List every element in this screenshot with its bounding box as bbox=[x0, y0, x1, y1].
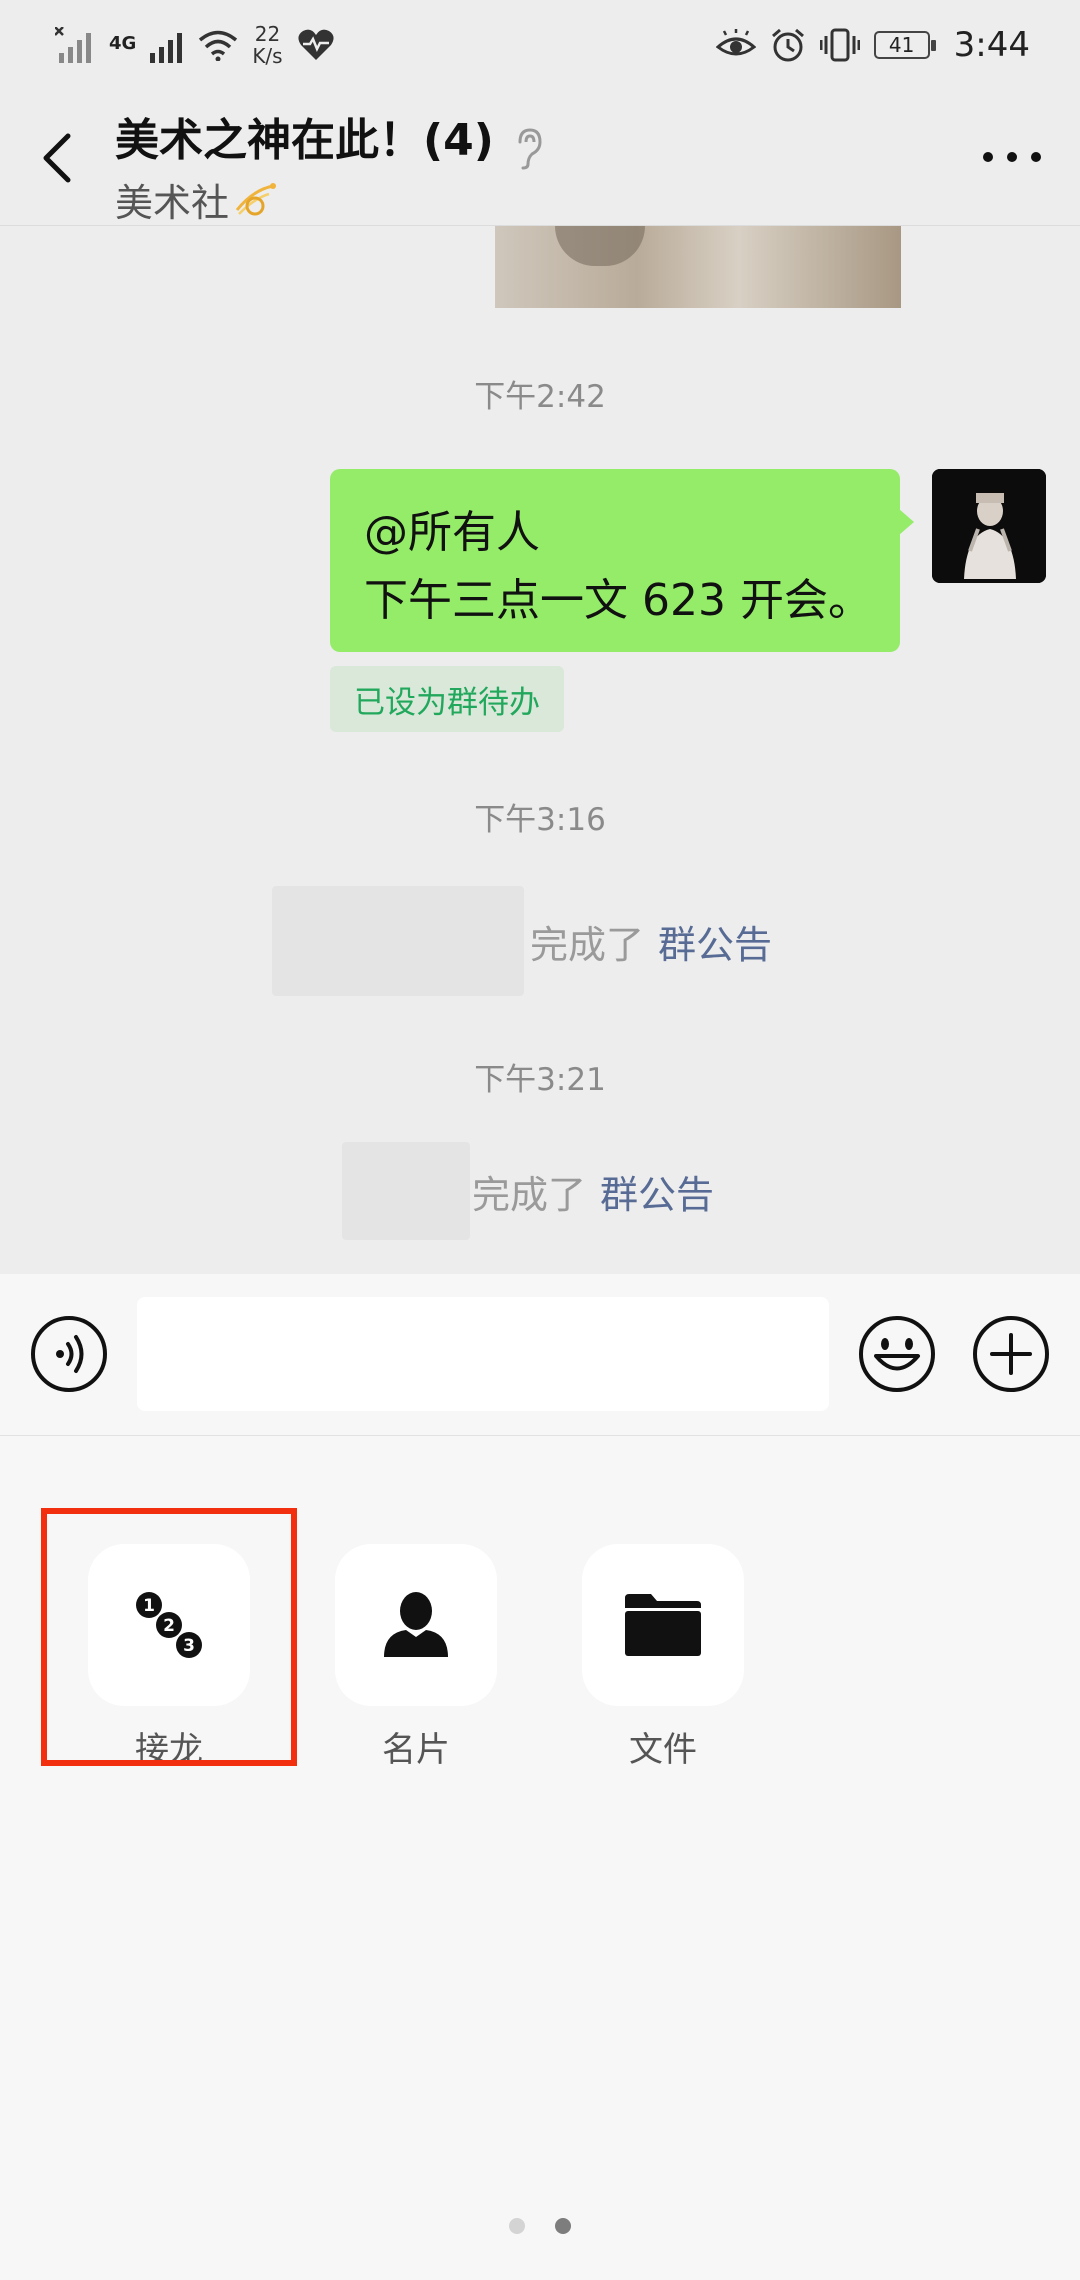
avatar-photo bbox=[932, 469, 1046, 583]
network-type-label: 4G bbox=[109, 33, 137, 54]
system-message-text: 完成了 bbox=[472, 1172, 587, 1217]
plus-icon[interactable] bbox=[972, 1315, 1050, 1393]
title-block: 美术之神在此！(4) 美术社 bbox=[115, 102, 546, 227]
previous-image-message[interactable] bbox=[495, 226, 901, 308]
panel-item-contact-card[interactable]: 名片 bbox=[335, 1544, 497, 1771]
sparkle-icon bbox=[235, 182, 277, 215]
vibrate-icon bbox=[819, 28, 860, 62]
wifi-icon bbox=[199, 30, 238, 61]
earpiece-mode-icon bbox=[518, 128, 542, 170]
heart-rate-icon bbox=[298, 29, 334, 60]
input-bar bbox=[0, 1274, 1080, 1436]
highlight-box bbox=[41, 1508, 297, 1766]
group-notice-link[interactable]: 群公告 bbox=[600, 1164, 714, 1219]
panel-item-file[interactable]: 文件 bbox=[582, 1544, 744, 1771]
network-speed: 22 K/s bbox=[252, 23, 282, 67]
folder-icon bbox=[625, 1594, 701, 1656]
status-left: 4G 22 K/s bbox=[55, 23, 335, 67]
chat-area[interactable]: 下午2:42 @所有人 下午三点一文 623 开会。 已设为群待办 下午3:16… bbox=[0, 226, 1080, 1274]
network-speed-unit: K/s bbox=[252, 44, 283, 68]
contact-card-icon bbox=[384, 1592, 448, 1657]
more-options-icon[interactable] bbox=[980, 142, 1044, 172]
eye-comfort-icon bbox=[715, 29, 756, 56]
tile-box bbox=[582, 1544, 744, 1706]
status-right: 41 3:44 bbox=[715, 25, 1030, 65]
status-bar: 4G 22 K/s 41 3:44 bbox=[0, 0, 1080, 90]
chat-subtitle: 美术社 bbox=[115, 181, 230, 225]
avatar[interactable] bbox=[932, 469, 1046, 583]
page-indicator bbox=[0, 2218, 1080, 2234]
battery-indicator: 41 bbox=[873, 31, 936, 59]
signal-icon bbox=[150, 33, 183, 63]
emoji-icon[interactable] bbox=[858, 1315, 936, 1393]
system-message-text: 完成了 bbox=[530, 922, 645, 967]
message-line: @所有人 bbox=[364, 507, 540, 558]
blurred-username bbox=[272, 886, 524, 996]
timestamp: 下午3:21 bbox=[474, 1062, 606, 1098]
message-line: 下午三点一文 623 开会。 bbox=[364, 575, 872, 626]
voice-input-icon[interactable] bbox=[30, 1315, 108, 1393]
alarm-icon bbox=[771, 28, 804, 62]
system-message: 完成了 群公告 bbox=[342, 1142, 714, 1240]
status-time: 3:44 bbox=[953, 25, 1030, 65]
group-notice-link[interactable]: 群公告 bbox=[658, 914, 772, 969]
chat-header: 美术之神在此！(4) 美术社 bbox=[0, 90, 1080, 226]
tile-box bbox=[335, 1544, 497, 1706]
blurred-username bbox=[342, 1142, 470, 1240]
panel-item-label: 文件 bbox=[629, 1730, 697, 1770]
timestamp: 下午3:16 bbox=[474, 802, 606, 838]
system-message: 完成了 群公告 bbox=[272, 886, 772, 996]
page-title: 美术之神在此！(4) bbox=[115, 115, 494, 166]
page-dot-active[interactable] bbox=[555, 2218, 571, 2234]
timestamp: 下午2:42 bbox=[474, 379, 606, 415]
more-functions-panel: 1 2 3 接龙 名片 文件 bbox=[0, 1436, 1080, 2280]
subtitle-row: 美术社 bbox=[115, 172, 546, 227]
battery-level: 41 bbox=[888, 33, 915, 57]
message-input[interactable] bbox=[137, 1297, 829, 1411]
group-todo-badge[interactable]: 已设为群待办 bbox=[330, 666, 564, 732]
outgoing-message-bubble[interactable]: @所有人 下午三点一文 623 开会。 bbox=[330, 469, 914, 652]
signal-off-icon bbox=[55, 27, 91, 63]
title-row: 美术之神在此！(4) bbox=[115, 102, 546, 170]
panel-item-label: 名片 bbox=[382, 1730, 450, 1770]
page-dot[interactable] bbox=[509, 2218, 525, 2234]
network-speed-value: 22 bbox=[254, 22, 281, 46]
back-arrow-icon[interactable] bbox=[30, 126, 90, 190]
